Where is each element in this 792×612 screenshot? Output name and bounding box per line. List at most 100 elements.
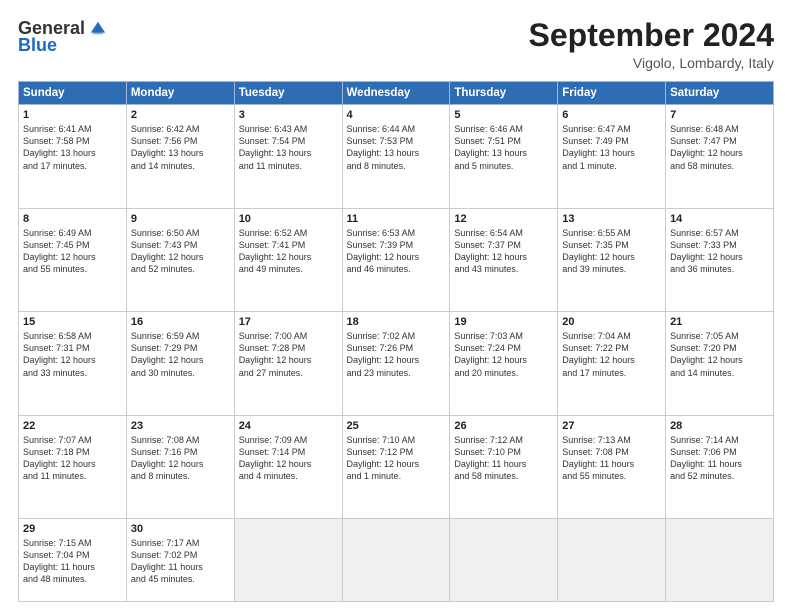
- cell-info: Sunrise: 6:55 AM Sunset: 7:35 PM Dayligh…: [562, 227, 661, 276]
- calendar-header-monday: Monday: [126, 82, 234, 105]
- calendar-cell: 18 Sunrise: 7:02 AM Sunset: 7:26 PM Dayli…: [342, 312, 450, 415]
- cell-info: Sunrise: 7:07 AM Sunset: 7:18 PM Dayligh…: [23, 434, 122, 483]
- cell-info: Sunrise: 6:44 AM Sunset: 7:53 PM Dayligh…: [347, 123, 446, 172]
- calendar-cell: 30 Sunrise: 7:17 AM Sunset: 7:02 PM Dayli…: [126, 519, 234, 602]
- day-number: 15: [23, 316, 122, 328]
- calendar-cell: 25 Sunrise: 7:10 AM Sunset: 7:12 PM Dayli…: [342, 415, 450, 518]
- calendar-header-tuesday: Tuesday: [234, 82, 342, 105]
- cell-info: Sunrise: 7:08 AM Sunset: 7:16 PM Dayligh…: [131, 434, 230, 483]
- title-area: September 2024 Vigolo, Lombardy, Italy: [529, 18, 774, 71]
- day-number: 11: [347, 213, 446, 225]
- day-number: 7: [670, 109, 769, 121]
- calendar-cell: 15Sunrise: 6:58 AM Sunset: 7:31 PM Dayli…: [19, 312, 127, 415]
- day-number: 20: [562, 316, 661, 328]
- day-number: 13: [562, 213, 661, 225]
- day-number: 16: [131, 316, 230, 328]
- day-number: 10: [239, 213, 338, 225]
- calendar-cell: 7 Sunrise: 6:48 AM Sunset: 7:47 PM Daylig…: [666, 105, 774, 208]
- cell-info: Sunrise: 7:00 AM Sunset: 7:28 PM Dayligh…: [239, 330, 338, 379]
- logo-blue: Blue: [18, 35, 57, 56]
- calendar-cell: 19 Sunrise: 7:03 AM Sunset: 7:24 PM Dayli…: [450, 312, 558, 415]
- day-number: 19: [454, 316, 553, 328]
- calendar-cell: 11 Sunrise: 6:53 AM Sunset: 7:39 PM Dayli…: [342, 208, 450, 311]
- calendar-header-saturday: Saturday: [666, 82, 774, 105]
- day-number: 22: [23, 420, 122, 432]
- calendar-cell: 1Sunrise: 6:41 AM Sunset: 7:58 PM Daylig…: [19, 105, 127, 208]
- calendar-header-row: SundayMondayTuesdayWednesdayThursdayFrid…: [19, 82, 774, 105]
- calendar-header-wednesday: Wednesday: [342, 82, 450, 105]
- cell-info: Sunrise: 7:12 AM Sunset: 7:10 PM Dayligh…: [454, 434, 553, 483]
- cell-info: Sunrise: 7:02 AM Sunset: 7:26 PM Dayligh…: [347, 330, 446, 379]
- day-number: 3: [239, 109, 338, 121]
- calendar-week-row: 15Sunrise: 6:58 AM Sunset: 7:31 PM Dayli…: [19, 312, 774, 415]
- day-number: 27: [562, 420, 661, 432]
- calendar: SundayMondayTuesdayWednesdayThursdayFrid…: [18, 81, 774, 602]
- calendar-week-row: 29 Sunrise: 7:15 AM Sunset: 7:04 PM Dayli…: [19, 519, 774, 602]
- cell-info: Sunrise: 7:15 AM Sunset: 7:04 PM Dayligh…: [23, 537, 122, 586]
- calendar-cell: 5Sunrise: 6:46 AM Sunset: 7:51 PM Daylig…: [450, 105, 558, 208]
- day-number: 4: [347, 109, 446, 121]
- day-number: 23: [131, 420, 230, 432]
- cell-info: Sunrise: 6:43 AM Sunset: 7:54 PM Dayligh…: [239, 123, 338, 172]
- day-number: 18: [347, 316, 446, 328]
- cell-info: Sunrise: 6:49 AM Sunset: 7:45 PM Dayligh…: [23, 227, 122, 276]
- calendar-cell: 2 Sunrise: 6:42 AM Sunset: 7:56 PM Daylig…: [126, 105, 234, 208]
- calendar-cell: 14 Sunrise: 6:57 AM Sunset: 7:33 PM Dayli…: [666, 208, 774, 311]
- day-number: 21: [670, 316, 769, 328]
- day-number: 25: [347, 420, 446, 432]
- calendar-cell: 17Sunrise: 7:00 AM Sunset: 7:28 PM Dayli…: [234, 312, 342, 415]
- day-number: 6: [562, 109, 661, 121]
- cell-info: Sunrise: 6:48 AM Sunset: 7:47 PM Dayligh…: [670, 123, 769, 172]
- calendar-header-friday: Friday: [558, 82, 666, 105]
- calendar-cell: 4 Sunrise: 6:44 AM Sunset: 7:53 PM Daylig…: [342, 105, 450, 208]
- page: General Blue September 2024 Vigolo, Lomb…: [0, 0, 792, 612]
- calendar-header-sunday: Sunday: [19, 82, 127, 105]
- cell-info: Sunrise: 6:52 AM Sunset: 7:41 PM Dayligh…: [239, 227, 338, 276]
- calendar-cell: 28 Sunrise: 7:14 AM Sunset: 7:06 PM Dayli…: [666, 415, 774, 518]
- calendar-cell: 24 Sunrise: 7:09 AM Sunset: 7:14 PM Dayli…: [234, 415, 342, 518]
- cell-info: Sunrise: 6:42 AM Sunset: 7:56 PM Dayligh…: [131, 123, 230, 172]
- location: Vigolo, Lombardy, Italy: [529, 55, 774, 71]
- cell-info: Sunrise: 6:41 AM Sunset: 7:58 PM Dayligh…: [23, 123, 122, 172]
- calendar-cell: 8 Sunrise: 6:49 AM Sunset: 7:45 PM Daylig…: [19, 208, 127, 311]
- day-number: 30: [131, 523, 230, 535]
- calendar-cell: 27 Sunrise: 7:13 AM Sunset: 7:08 PM Dayli…: [558, 415, 666, 518]
- day-number: 24: [239, 420, 338, 432]
- day-number: 28: [670, 420, 769, 432]
- day-number: 14: [670, 213, 769, 225]
- calendar-week-row: 1Sunrise: 6:41 AM Sunset: 7:58 PM Daylig…: [19, 105, 774, 208]
- cell-info: Sunrise: 7:05 AM Sunset: 7:20 PM Dayligh…: [670, 330, 769, 379]
- logo: General Blue: [18, 18, 107, 56]
- cell-info: Sunrise: 7:14 AM Sunset: 7:06 PM Dayligh…: [670, 434, 769, 483]
- logo-icon: [89, 20, 107, 38]
- calendar-cell: [342, 519, 450, 602]
- calendar-cell: 23 Sunrise: 7:08 AM Sunset: 7:16 PM Dayli…: [126, 415, 234, 518]
- cell-info: Sunrise: 7:04 AM Sunset: 7:22 PM Dayligh…: [562, 330, 661, 379]
- cell-info: Sunrise: 7:13 AM Sunset: 7:08 PM Dayligh…: [562, 434, 661, 483]
- cell-info: Sunrise: 7:10 AM Sunset: 7:12 PM Dayligh…: [347, 434, 446, 483]
- calendar-cell: 20 Sunrise: 7:04 AM Sunset: 7:22 PM Dayli…: [558, 312, 666, 415]
- calendar-cell: 13 Sunrise: 6:55 AM Sunset: 7:35 PM Dayli…: [558, 208, 666, 311]
- header: General Blue September 2024 Vigolo, Lomb…: [18, 18, 774, 71]
- cell-info: Sunrise: 7:09 AM Sunset: 7:14 PM Dayligh…: [239, 434, 338, 483]
- day-number: 26: [454, 420, 553, 432]
- calendar-week-row: 22 Sunrise: 7:07 AM Sunset: 7:18 PM Dayli…: [19, 415, 774, 518]
- cell-info: Sunrise: 6:47 AM Sunset: 7:49 PM Dayligh…: [562, 123, 661, 172]
- cell-info: Sunrise: 6:50 AM Sunset: 7:43 PM Dayligh…: [131, 227, 230, 276]
- calendar-cell: 21 Sunrise: 7:05 AM Sunset: 7:20 PM Dayli…: [666, 312, 774, 415]
- calendar-cell: 10 Sunrise: 6:52 AM Sunset: 7:41 PM Dayli…: [234, 208, 342, 311]
- day-number: 12: [454, 213, 553, 225]
- cell-info: Sunrise: 7:03 AM Sunset: 7:24 PM Dayligh…: [454, 330, 553, 379]
- cell-info: Sunrise: 7:17 AM Sunset: 7:02 PM Dayligh…: [131, 537, 230, 586]
- day-number: 2: [131, 109, 230, 121]
- calendar-cell: 16Sunrise: 6:59 AM Sunset: 7:29 PM Dayli…: [126, 312, 234, 415]
- cell-info: Sunrise: 6:53 AM Sunset: 7:39 PM Dayligh…: [347, 227, 446, 276]
- day-number: 8: [23, 213, 122, 225]
- calendar-week-row: 8 Sunrise: 6:49 AM Sunset: 7:45 PM Daylig…: [19, 208, 774, 311]
- calendar-cell: [234, 519, 342, 602]
- cell-info: Sunrise: 6:57 AM Sunset: 7:33 PM Dayligh…: [670, 227, 769, 276]
- day-number: 29: [23, 523, 122, 535]
- calendar-cell: 9Sunrise: 6:50 AM Sunset: 7:43 PM Daylig…: [126, 208, 234, 311]
- calendar-cell: 22 Sunrise: 7:07 AM Sunset: 7:18 PM Dayli…: [19, 415, 127, 518]
- calendar-cell: [558, 519, 666, 602]
